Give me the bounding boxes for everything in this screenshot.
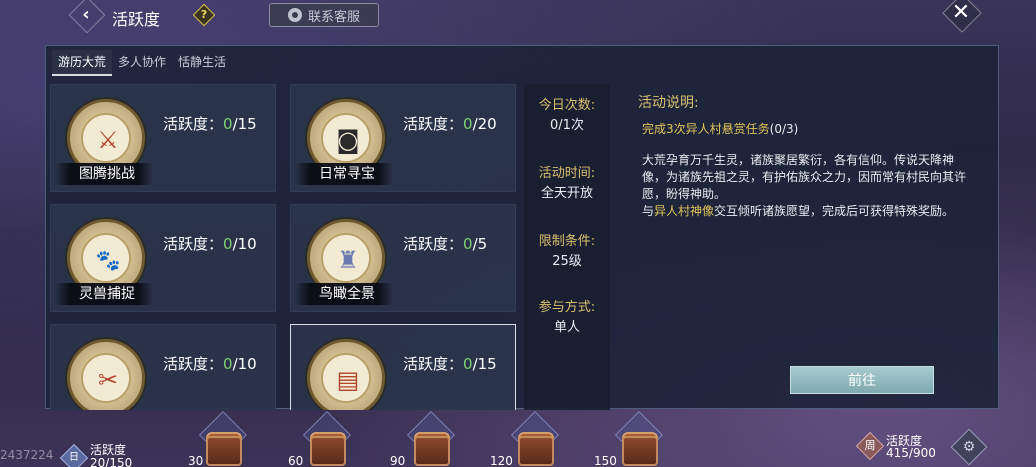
contact-service-label: 联系客服 <box>307 9 360 25</box>
tools-icon: ✂ <box>97 366 119 394</box>
tower-icon: ♜ <box>337 246 359 274</box>
chest-threshold: 60 <box>288 454 304 467</box>
description-text: 大荒孕育万千生灵，诸族聚居繁衍，各有信仰。传说天降神像，为诸族先祖之灵，有护佑族… <box>642 153 967 218</box>
activity-description: 活动说明: 完成3次异人村悬赏任务(0/3) 大荒孕育万千生灵，诸族聚居繁衍，各… <box>632 84 998 410</box>
weekly-reward-button[interactable]: ⚙ <box>950 428 988 466</box>
activity-grid: ⚔ 图腾挑战 活跃度：0/15 ◙ 日常寻宝 活跃度：0/20 🐾 灵兽捕捉 活… <box>50 84 520 410</box>
card-name: 日常寻宝 <box>295 163 393 185</box>
weekly-icon: 周 <box>855 431 885 461</box>
user-id: 2437224 <box>0 448 54 462</box>
activity-card-tools[interactable]: ✂ 活跃度：0/10 <box>50 324 276 410</box>
today-count: 今日次数: 0/1次 <box>538 98 596 133</box>
limit-condition: 限制条件: 25级 <box>538 234 596 269</box>
daily-icon: 日 <box>59 443 89 467</box>
description-title: 活动说明: <box>638 95 699 111</box>
card-name: 鸟瞰全景 <box>295 283 393 305</box>
help-icon: ? <box>200 8 208 21</box>
tab-quiet-life[interactable]: 恬静生活 <box>172 50 232 76</box>
card-emblem: ▤ <box>307 339 385 410</box>
weekly-activity-value: 415/900 <box>886 446 936 460</box>
tab-wandering[interactable]: 游历大荒 <box>52 50 113 76</box>
headset-icon <box>287 8 302 22</box>
activity-card-beast[interactable]: 🐾 灵兽捕捉 活跃度：0/10 <box>50 204 276 312</box>
axe-icon: ⚔ <box>97 126 119 154</box>
tab-multiplayer[interactable]: 多人协作 <box>112 50 172 76</box>
activity-time: 活动时间: 全天开放 <box>538 166 596 201</box>
card-name: 图腾挑战 <box>55 163 153 185</box>
gear-icon: ⚙ <box>962 439 976 455</box>
reward-chest-icon[interactable] <box>406 410 456 467</box>
chest-threshold: 30 <box>188 454 204 467</box>
task-objective: 完成3次异人村悬赏任务(0/3) <box>642 122 799 136</box>
page-title: 活跃度 <box>112 10 161 29</box>
daily-activity-label: 活跃度 <box>90 443 127 457</box>
activity-card-totem[interactable]: ⚔ 图腾挑战 活跃度：0/15 <box>50 84 276 192</box>
activity-card-treasure[interactable]: ◙ 日常寻宝 活跃度：0/20 <box>290 84 516 192</box>
chest-threshold: 150 <box>594 454 617 467</box>
close-button[interactable]: ✕ <box>944 0 978 28</box>
daily-activity-value: 20/150 <box>90 456 133 467</box>
coin-icon: ◙ <box>336 126 360 154</box>
back-chevron-icon: ‹ <box>82 4 90 25</box>
calendar-icon: ▤ <box>336 366 360 394</box>
contact-service-button[interactable]: 联系客服 <box>269 3 379 27</box>
chest-threshold: 120 <box>490 454 513 467</box>
beast-icon: 🐾 <box>95 248 121 272</box>
activity-panel: 游历大荒 多人协作 恬静生活 ⚔ 图腾挑战 活跃度：0/15 ◙ 日常寻宝 活跃… <box>45 45 999 410</box>
back-button[interactable]: ‹ <box>72 4 100 26</box>
participation-mode: 参与方式: 单人 <box>538 300 596 335</box>
activity-card-village[interactable]: ▤ 活跃度：0/15 <box>290 324 516 410</box>
reward-chest-icon[interactable] <box>198 410 248 467</box>
card-activity: 活跃度：0/15 <box>403 355 497 373</box>
reward-bar: 2437224 日 活跃度 20/150 30 60 90 120 150 周 … <box>0 410 1036 467</box>
help-button[interactable]: ? <box>192 3 216 27</box>
card-name: 灵兽捕捉 <box>55 283 153 305</box>
card-activity: 活跃度：0/20 <box>403 115 497 133</box>
card-emblem: ✂ <box>67 339 145 410</box>
reward-chest-icon[interactable] <box>510 410 560 467</box>
card-activity: 活跃度：0/5 <box>403 235 488 253</box>
activity-info: 今日次数: 0/1次 活动时间: 全天开放 限制条件: 25级 参与方式: 单人 <box>524 84 610 410</box>
reward-chest-icon[interactable] <box>302 410 352 467</box>
top-bar: ‹ 活跃度 ? 联系客服 ✕ <box>0 0 1036 38</box>
reward-chest-icon[interactable] <box>614 410 664 467</box>
card-activity: 活跃度：0/10 <box>163 235 257 253</box>
tab-bar: 游历大荒 多人协作 恬静生活 <box>52 50 232 76</box>
card-activity: 活跃度：0/15 <box>163 115 257 133</box>
activity-card-panorama[interactable]: ♜ 鸟瞰全景 活跃度：0/5 <box>290 204 516 312</box>
chest-threshold: 90 <box>390 454 406 467</box>
go-button[interactable]: 前往 <box>790 366 934 394</box>
close-icon: ✕ <box>951 0 971 25</box>
card-activity: 活跃度：0/10 <box>163 355 257 373</box>
